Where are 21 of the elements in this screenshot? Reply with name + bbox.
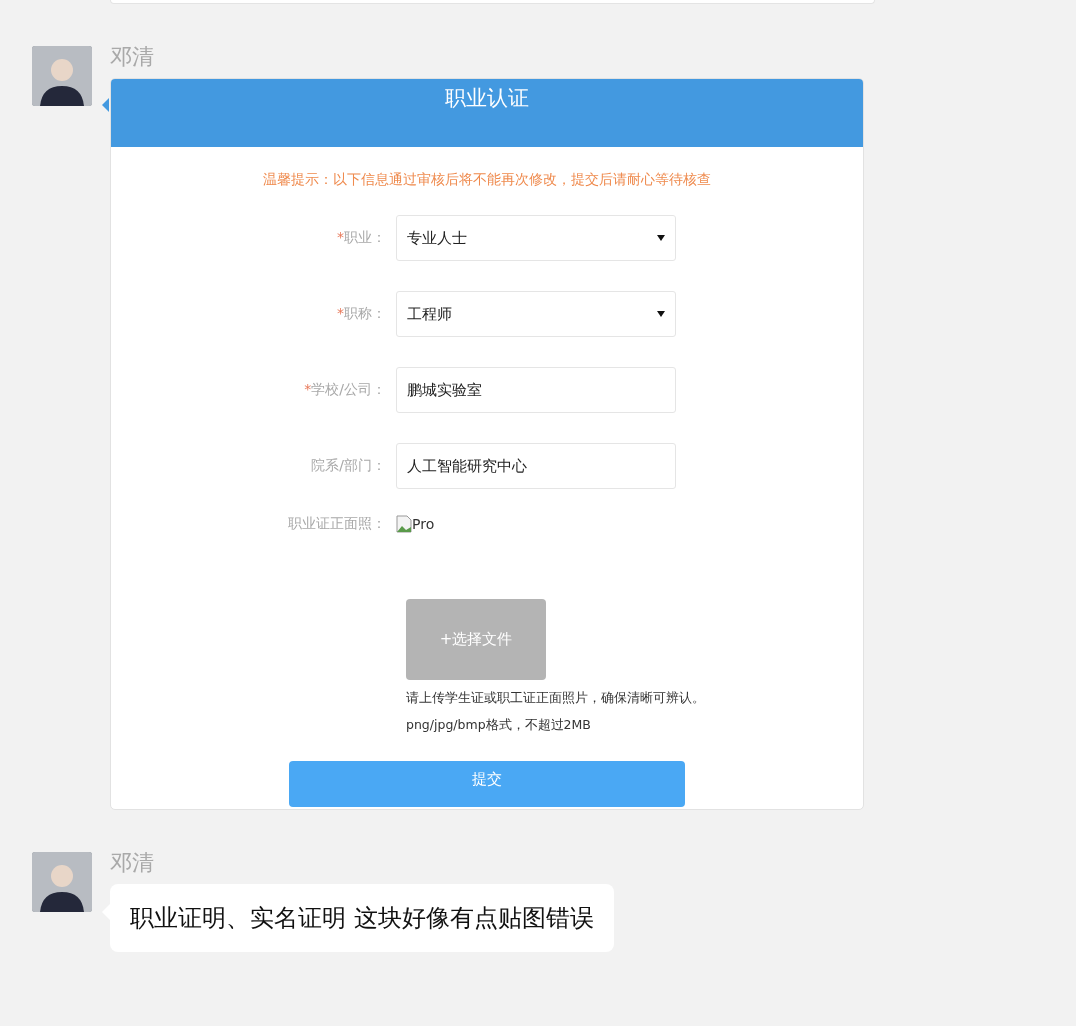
sender-name: 邓清 [110, 849, 155, 877]
caret-icon [657, 311, 665, 317]
input-field[interactable]: 人工智能研究中心 [396, 443, 676, 489]
message-bubble: 职业证明、实名证明 这块好像有点贴图错误 [110, 884, 614, 952]
sender-name: 邓清 [110, 43, 155, 71]
notice-text: 温馨提示：以下信息通过审核后将不能再次修改，提交后请耐心等待核查 [262, 171, 712, 189]
upload-hint: png/jpg/bmp格式，不超过2MB [406, 716, 592, 734]
card-title: 职业认证 [111, 79, 863, 147]
broken-image: Pro [396, 515, 435, 533]
field-label: *职业： [336, 229, 387, 247]
select-field[interactable]: 专业人士 [396, 215, 676, 261]
avatar-icon [32, 852, 92, 912]
field-label: 职业证正面照： [287, 515, 387, 533]
field-label: 院系/部门： [310, 457, 387, 475]
field-label: *学校/公司： [303, 381, 387, 399]
field-label: *职称： [336, 305, 387, 323]
caret-icon [657, 235, 665, 241]
avatar-icon [32, 46, 92, 106]
upload-hint: 请上传学生证或职工证正面照片，确保清晰可辨认。 [406, 689, 706, 707]
input-field[interactable]: 鹏城实验室 [396, 367, 676, 413]
select-field[interactable]: 工程师 [396, 291, 676, 337]
